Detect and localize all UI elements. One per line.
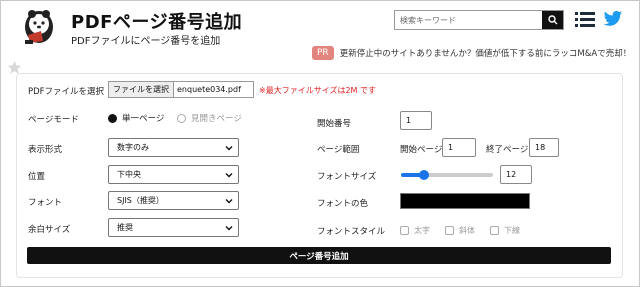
pr-badge: PR <box>312 46 334 60</box>
position-select[interactable]: 下中央 <box>108 165 239 184</box>
position-value: 下中央 <box>117 170 141 179</box>
max-size-note: ※最大ファイルサイズは2M です <box>259 86 376 95</box>
search-bar <box>394 10 564 30</box>
radio-checked-icon <box>108 113 117 123</box>
position-label: 位置 <box>28 172 46 182</box>
font-select[interactable]: SJIS（推奨） <box>108 191 239 210</box>
checkbox-underline-label: 下線 <box>504 226 520 235</box>
font-size-input[interactable]: 12 <box>500 165 532 184</box>
search-icon <box>547 15 557 25</box>
radio-spread-page[interactable]: 見開きページ <box>177 112 242 124</box>
font-style-label: フォントスタイル <box>317 227 386 237</box>
checkbox-icon <box>400 226 409 235</box>
display-format-label: 表示形式 <box>28 145 63 155</box>
file-label: PDFファイルを選択 <box>28 87 105 97</box>
promo-link[interactable]: 更新停止中のサイトありませんか？価値が低下する前にラッコM&Aで売却！ <box>340 47 632 59</box>
radio-spread-page-label: 見開きページ <box>191 114 242 124</box>
start-page-label: 開始ページ <box>400 145 443 155</box>
display-format-value: 数字のみ <box>117 143 149 152</box>
add-page-numbers-button[interactable]: ページ番号追加 <box>27 247 611 264</box>
checkbox-icon <box>490 226 499 235</box>
start-page-input[interactable]: 1 <box>442 138 476 157</box>
checkbox-underline[interactable]: 下線 <box>490 225 520 236</box>
chevron-down-icon <box>225 173 233 178</box>
file-input[interactable]: ファイルを選択 enquete034.pdf <box>108 81 254 98</box>
chevron-down-icon <box>225 199 233 204</box>
page-frame: PDFページ番号追加 PDFファイルにページ番号を追加 PR 更新停止中のサイト… <box>0 0 640 287</box>
checkbox-bold[interactable]: 太字 <box>400 225 430 236</box>
font-size-slider[interactable] <box>401 170 493 180</box>
font-size-label: フォントサイズ <box>317 172 377 182</box>
page-mode-label: ページモード <box>28 115 79 125</box>
chevron-down-icon <box>225 226 233 231</box>
search-input[interactable] <box>395 11 542 29</box>
chevron-down-icon <box>225 146 233 151</box>
start-number-input[interactable]: 1 <box>400 111 432 130</box>
checkbox-italic-label: 斜体 <box>459 226 475 235</box>
radio-single-page[interactable]: 単一ページ <box>108 112 164 124</box>
file-name: enquete034.pdf <box>177 85 241 94</box>
promo-banner[interactable]: PR 更新停止中のサイトありませんか？価値が低下する前にラッコM&Aで売却！ <box>312 46 631 60</box>
start-number-label: 開始番号 <box>317 119 352 129</box>
page-title: PDFページ番号追加 <box>71 12 243 33</box>
font-color-label: フォントの色 <box>317 199 369 209</box>
end-page-input[interactable]: 18 <box>529 138 559 157</box>
bird-icon[interactable] <box>603 10 623 28</box>
page-subtitle: PDFファイルにページ番号を追加 <box>71 36 221 47</box>
display-format-select[interactable]: 数字のみ <box>108 138 239 157</box>
margin-select[interactable]: 推奨 <box>108 218 239 237</box>
margin-label: 余白サイズ <box>28 225 71 235</box>
margin-value: 推奨 <box>117 223 133 232</box>
radio-unchecked-icon <box>177 113 186 123</box>
font-value: SJIS（推奨） <box>117 196 164 205</box>
checkbox-bold-label: 太字 <box>414 226 430 235</box>
end-page-label: 終了ページ <box>486 145 529 155</box>
radio-single-page-label: 単一ページ <box>122 114 165 124</box>
font-label: フォント <box>28 198 63 208</box>
menu-icon[interactable] <box>575 10 595 28</box>
mascot-logo[interactable] <box>19 7 59 47</box>
checkbox-italic[interactable]: 斜体 <box>445 225 475 236</box>
font-color-picker[interactable] <box>400 193 530 209</box>
font-size-slider-thumb[interactable] <box>419 170 429 180</box>
search-button[interactable] <box>542 11 563 29</box>
checkbox-icon <box>445 226 454 235</box>
choose-file-button[interactable]: ファイルを選択 <box>109 82 174 97</box>
page-range-label: ページ範囲 <box>317 145 360 155</box>
